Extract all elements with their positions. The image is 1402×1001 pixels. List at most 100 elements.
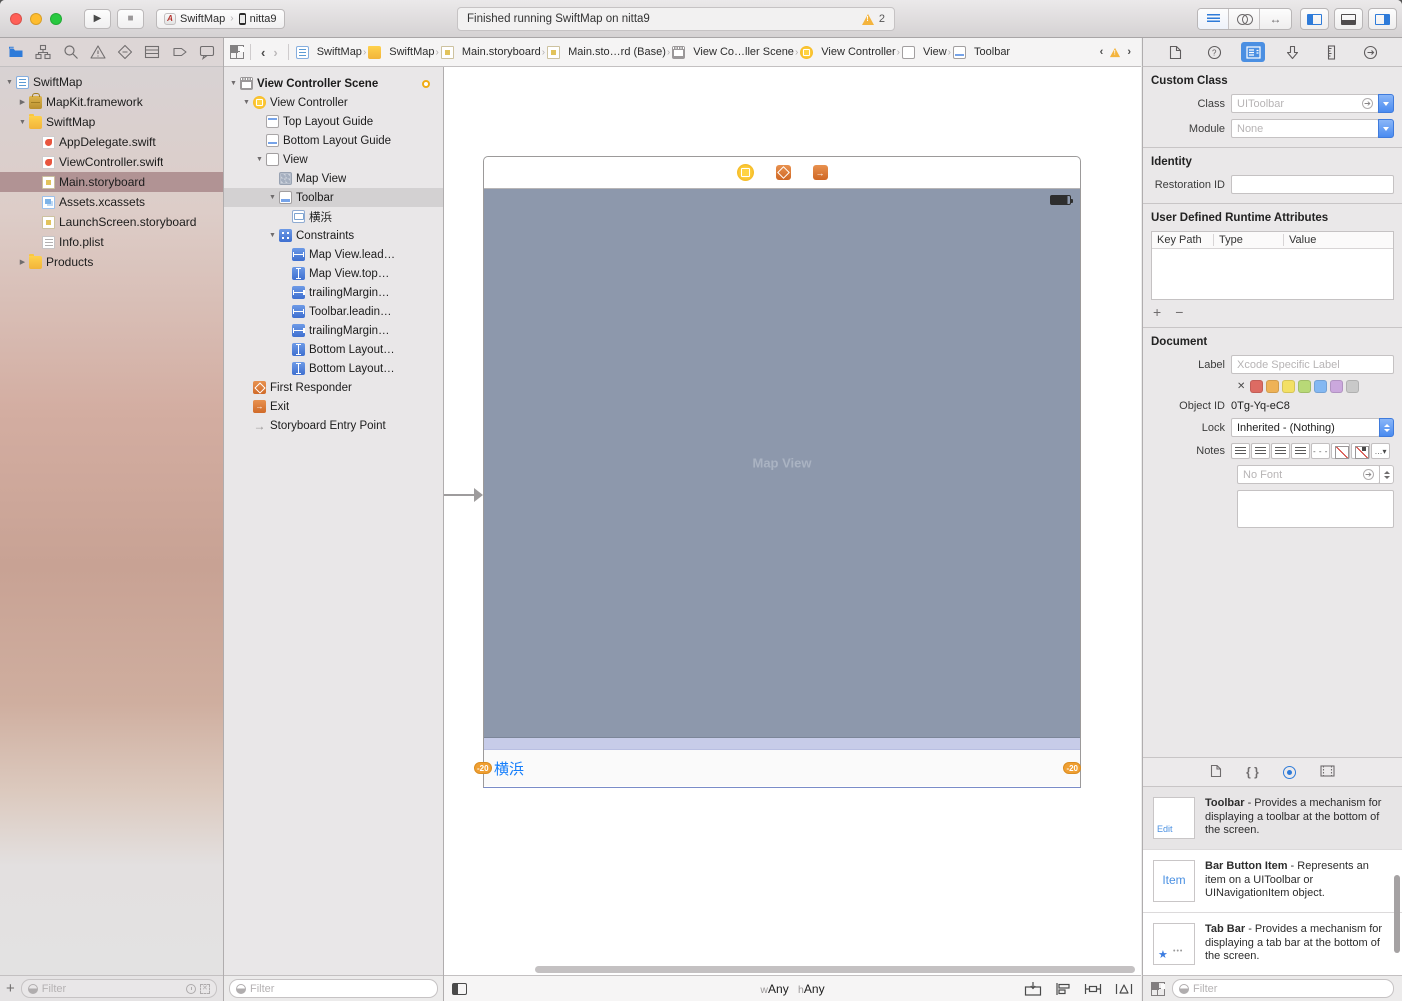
size-class-control[interactable]: wAny hAny: [760, 982, 824, 996]
unsaved-files-icon[interactable]: [200, 984, 210, 994]
navigator-file-row[interactable]: ▼SwiftMap: [0, 112, 223, 132]
disclosure-triangle[interactable]: ▼: [241, 99, 252, 106]
previous-issue-button[interactable]: ‹: [1096, 46, 1108, 58]
outline-item-row[interactable]: trailingMargin…: [224, 321, 443, 340]
attributes-inspector-tab[interactable]: [1280, 42, 1304, 62]
test-navigator-tab[interactable]: [117, 44, 133, 60]
first-responder-icon[interactable]: [776, 165, 791, 180]
breadcrumb-item[interactable]: Main.storyboard: [440, 46, 541, 59]
map-view[interactable]: Map View: [484, 189, 1080, 738]
constraint-badge-right[interactable]: -20: [1063, 762, 1081, 774]
outline-item-row[interactable]: Exit: [224, 397, 443, 416]
outline-item-row[interactable]: 横浜: [224, 207, 443, 226]
zoom-window-button[interactable]: [50, 13, 62, 25]
canvas-horizontal-scrollbar[interactable]: [535, 966, 1135, 973]
outline-filter-input[interactable]: [250, 983, 431, 995]
debug-navigator-tab[interactable]: [144, 44, 160, 60]
color-swatch[interactable]: [1266, 380, 1279, 393]
warning-count[interactable]: 2: [879, 13, 885, 25]
disclosure-triangle[interactable]: ▼: [267, 232, 278, 239]
embed-in-stack-button[interactable]: [1024, 982, 1042, 996]
navigator-file-row[interactable]: ▶MapKit.framework: [0, 92, 223, 112]
view-controller-scene[interactable]: → Map View -20 横浜 -20: [483, 156, 1081, 788]
issue-navigator-tab[interactable]: [90, 44, 106, 60]
outline-item-row[interactable]: ▼View Controller: [224, 93, 443, 112]
color-swatch[interactable]: [1250, 380, 1263, 393]
next-issue-button[interactable]: ›: [1123, 46, 1135, 58]
file-template-library-tab[interactable]: [1210, 764, 1222, 781]
font-picker-icon[interactable]: ➔: [1363, 469, 1374, 480]
disclosure-triangle[interactable]: ▼: [267, 194, 278, 201]
table-column-header[interactable]: Key Path: [1152, 234, 1214, 246]
class-dropdown-button[interactable]: [1378, 94, 1394, 113]
lock-stepper[interactable]: [1379, 418, 1394, 437]
notes-text-area[interactable]: [1237, 490, 1394, 528]
class-field[interactable]: UIToolbar ➔: [1231, 94, 1379, 113]
navigator-file-row[interactable]: ▶Products: [0, 252, 223, 272]
toggle-debug-area-button[interactable]: [1334, 8, 1363, 30]
navigator-divider[interactable]: [223, 38, 224, 1001]
outline-item-row[interactable]: Toolbar.leadin…: [224, 302, 443, 321]
navigator-filter-field[interactable]: [21, 979, 217, 998]
remove-attribute-button[interactable]: −: [1175, 306, 1183, 318]
find-navigator-tab[interactable]: [63, 44, 79, 60]
outline-item-row[interactable]: ▼Constraints: [224, 226, 443, 245]
interface-builder-canvas[interactable]: → Map View -20 横浜 -20: [444, 67, 1141, 975]
more-icon[interactable]: …▾: [1371, 443, 1390, 459]
library-filter-field[interactable]: [1172, 979, 1394, 998]
close-window-button[interactable]: [10, 13, 22, 25]
navigator-file-row[interactable]: ViewController.swift: [0, 152, 223, 172]
library-scrollbar[interactable]: [1394, 875, 1400, 953]
font-field[interactable]: No Font ➔: [1237, 465, 1380, 484]
outline-item-row[interactable]: Map View: [224, 169, 443, 188]
disclosure-triangle[interactable]: ▶: [17, 98, 28, 106]
related-items-icon[interactable]: [230, 45, 244, 59]
project-navigator-tab[interactable]: [8, 44, 24, 60]
view-controller-icon[interactable]: [737, 164, 754, 181]
disclosure-triangle[interactable]: ▼: [4, 79, 15, 86]
runtime-attributes-table[interactable]: Key PathTypeValue: [1151, 231, 1394, 300]
object-library-tab[interactable]: [1283, 766, 1296, 779]
scheme-selector[interactable]: A SwiftMap › nitta9: [156, 9, 285, 29]
breadcrumb-item[interactable]: View Controller: [799, 46, 895, 59]
bar-button-item[interactable]: 横浜: [494, 758, 524, 779]
font-size-stepper[interactable]: [1379, 465, 1394, 484]
report-navigator-tab[interactable]: [199, 44, 215, 60]
run-button[interactable]: ▶: [84, 9, 111, 29]
align-left-icon[interactable]: [1231, 443, 1250, 459]
pin-button[interactable]: [1084, 982, 1102, 996]
align-right-icon[interactable]: [1271, 443, 1290, 459]
table-column-header[interactable]: Value: [1284, 234, 1393, 246]
go-back-button[interactable]: ‹: [257, 45, 269, 60]
assistant-editor-button[interactable]: [1229, 9, 1260, 29]
outline-item-row[interactable]: trailingMargin…: [224, 283, 443, 302]
lock-dropdown[interactable]: Inherited - (Nothing): [1231, 418, 1380, 437]
outline-item-row[interactable]: Map View.top…: [224, 264, 443, 283]
resolve-auto-layout-button[interactable]: [1115, 982, 1133, 996]
add-file-button[interactable]: +: [6, 980, 15, 997]
library-item[interactable]: ItemBar Button Item - Represents an item…: [1143, 850, 1402, 913]
toggle-navigator-button[interactable]: [1300, 8, 1329, 30]
minimize-window-button[interactable]: [30, 13, 42, 25]
stop-button[interactable]: ■: [117, 9, 144, 29]
add-attribute-button[interactable]: +: [1153, 306, 1161, 318]
align-button[interactable]: [1055, 982, 1071, 996]
clear-color-icon[interactable]: ✕: [1237, 381, 1245, 392]
navigator-file-row[interactable]: LaunchScreen.storyboard: [0, 212, 223, 232]
color-swatch[interactable]: [1282, 380, 1295, 393]
breadcrumb-item[interactable]: View: [901, 46, 947, 59]
size-inspector-tab[interactable]: [1319, 42, 1343, 62]
library-item[interactable]: EditToolbar - Provides a mechanism for d…: [1143, 787, 1402, 850]
outline-item-row[interactable]: ▼View Controller Scene: [224, 74, 443, 93]
breadcrumb-item[interactable]: SwiftMap: [295, 46, 362, 59]
library-item[interactable]: ★•••Tab Bar - Provides a mechanism for d…: [1143, 913, 1402, 975]
issue-warning-icon[interactable]: [1110, 47, 1120, 56]
toggle-outline-button[interactable]: [452, 983, 467, 995]
standard-editor-button[interactable]: [1198, 9, 1229, 29]
media-library-tab[interactable]: [1320, 765, 1335, 780]
connections-inspector-tab[interactable]: [1358, 42, 1382, 62]
disclosure-triangle[interactable]: ▼: [17, 119, 28, 126]
outline-item-row[interactable]: Storyboard Entry Point: [224, 416, 443, 435]
module-dropdown-button[interactable]: [1378, 119, 1394, 138]
no-style-corner-icon[interactable]: [1351, 443, 1370, 459]
